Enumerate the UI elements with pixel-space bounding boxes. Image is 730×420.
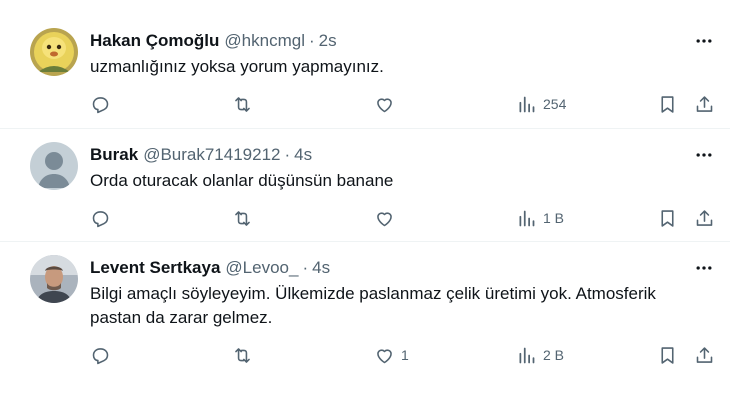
retweet-button[interactable] [232, 205, 259, 231]
yellow-character-avatar-icon [30, 28, 78, 76]
avatar[interactable] [30, 142, 78, 190]
retweet-icon [235, 96, 250, 112]
views-chart-icon [519, 96, 535, 112]
views-button[interactable]: 1 B [516, 205, 564, 231]
like-button[interactable] [374, 205, 401, 231]
tweet-header: Burak @Burak71419212 · 4s [90, 144, 312, 166]
tweet-actions: 1 2 B [0, 342, 730, 368]
tweet-actions: 1 B [0, 205, 730, 231]
reply-button[interactable] [90, 342, 117, 368]
timestamp[interactable]: 2s [319, 31, 337, 50]
reply-button[interactable] [90, 91, 117, 117]
tweet-hakan[interactable]: Hakan Çomoğlu @hkncmgl · 2s uzmanlığınız yo… [0, 0, 730, 129]
tweet-text: Bilgi amaçlı söyleyeyim. Ülkemizde pasla… [90, 284, 656, 327]
like-button[interactable] [374, 91, 401, 117]
reply-button[interactable] [90, 205, 117, 231]
bookmark-icon [661, 346, 674, 364]
more-icon [696, 266, 712, 270]
view-count: 254 [543, 96, 567, 112]
tweet-header: Hakan Çomoğlu @hkncmgl · 2s [90, 30, 337, 52]
reply-icon [92, 210, 109, 227]
share-button[interactable] [694, 205, 715, 231]
bookmark-button[interactable] [657, 342, 678, 368]
tweet-header: Levent Sertkaya @Levoo_ · 4s [90, 257, 330, 279]
more-options-button[interactable] [692, 257, 716, 279]
reply-feed: Hakan Çomoğlu @hkncmgl · 2s uzmanlığınız yo… [0, 0, 730, 420]
retweet-icon [235, 210, 250, 226]
share-button[interactable] [694, 91, 715, 117]
tweet-burak[interactable]: Burak @Burak71419212 · 4s Orda oturacak ola… [0, 129, 730, 242]
avatar[interactable] [30, 28, 78, 76]
reply-icon [92, 96, 109, 113]
bookmark-icon [661, 209, 674, 227]
views-chart-icon [519, 347, 535, 363]
bookmark-icon [661, 95, 674, 113]
view-count: 1 B [543, 210, 565, 226]
author-handle[interactable]: @hkncmgl [224, 31, 305, 50]
heart-icon [377, 348, 392, 363]
share-icon [696, 209, 713, 226]
view-count: 2 B [543, 347, 565, 363]
photo-avatar-icon [30, 255, 78, 303]
separator-dot: · [302, 258, 309, 277]
tweet-text: uzmanlığınız yoksa yorum yapmayınız. [90, 57, 384, 76]
default-profile-avatar-icon [30, 142, 78, 190]
author-handle[interactable]: @Burak71419212 [143, 145, 280, 164]
timestamp[interactable]: 4s [294, 145, 312, 164]
share-button[interactable] [694, 342, 715, 368]
more-options-button[interactable] [692, 144, 716, 166]
views-button[interactable]: 2 B [516, 342, 564, 368]
separator-dot: · [284, 145, 291, 164]
like-count: 1 [401, 347, 409, 363]
avatar[interactable] [30, 255, 78, 303]
heart-icon [377, 97, 392, 112]
retweet-button[interactable] [232, 91, 259, 117]
tweet-text: Orda oturacak olanlar düşünsün banane [90, 171, 394, 190]
separator-dot: · [308, 31, 315, 50]
author-handle[interactable]: @Levoo_ [225, 258, 298, 277]
reply-icon [92, 347, 109, 364]
more-icon [696, 153, 712, 157]
share-icon [696, 95, 713, 112]
heart-icon [377, 211, 392, 226]
retweet-button[interactable] [232, 342, 259, 368]
retweet-icon [235, 347, 250, 363]
more-icon [696, 39, 712, 43]
share-icon [696, 346, 713, 363]
author-name[interactable]: Levent Sertkaya [90, 258, 220, 277]
tweet-actions: 254 [0, 91, 730, 117]
tweet-levent[interactable]: Levent Sertkaya @Levoo_ · 4s Bilgi amaçlı s… [0, 242, 730, 420]
bookmark-button[interactable] [657, 205, 678, 231]
author-name[interactable]: Hakan Çomoğlu [90, 31, 219, 50]
bookmark-button[interactable] [657, 91, 678, 117]
more-options-button[interactable] [692, 30, 716, 52]
like-button[interactable]: 1 [374, 342, 409, 368]
author-name[interactable]: Burak [90, 145, 138, 164]
views-button[interactable]: 254 [516, 91, 566, 117]
timestamp[interactable]: 4s [312, 258, 330, 277]
views-chart-icon [519, 210, 535, 226]
